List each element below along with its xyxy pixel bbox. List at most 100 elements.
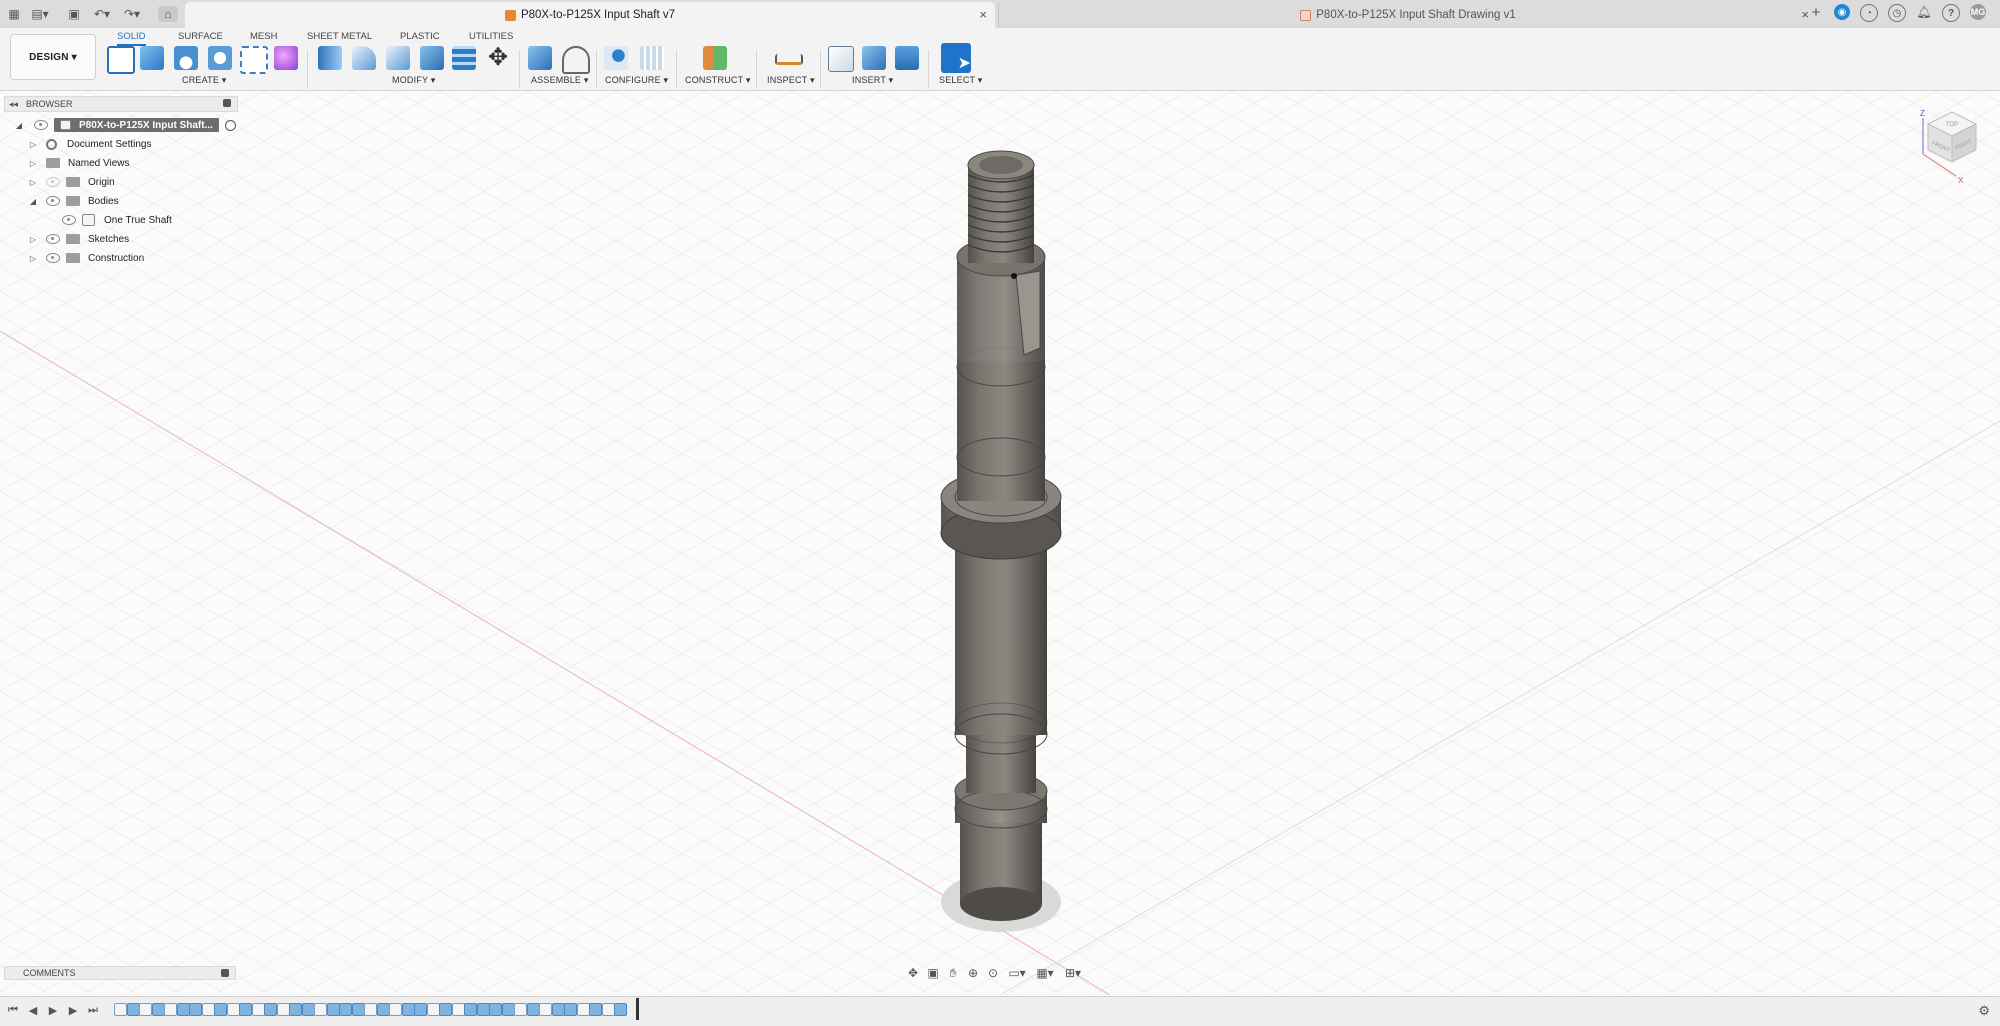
shell-icon[interactable] [420,46,444,70]
viewcube[interactable]: TOP FRONT RIGHT Z X [1908,104,1988,184]
visibility-eye-icon[interactable] [34,120,48,130]
timeline-feature-icon[interactable] [476,1003,490,1016]
browser-panel-header[interactable]: ◂◂ BROWSER [4,96,238,112]
timeline-feature-icon[interactable] [376,1003,390,1016]
timeline-feature-icon[interactable] [351,1003,365,1016]
expand-triangle-icon[interactable]: ▷ [28,178,38,187]
expand-triangle-icon[interactable]: ▷ [28,159,38,168]
shaft-model[interactable] [940,150,1062,921]
visibility-eye-icon[interactable] [46,234,60,244]
timeline-feature-icon[interactable] [614,1003,627,1016]
visibility-eye-icon[interactable] [46,253,60,263]
tab-mesh[interactable]: MESH [250,28,277,44]
insert-canvas-icon[interactable] [895,46,919,70]
expand-triangle-icon[interactable]: ▷ [28,254,38,263]
panel-pin-icon[interactable] [221,969,229,977]
move-copy-icon[interactable]: ✥ [486,46,510,70]
browser-root-row[interactable]: ◢ P80X-to-P125X Input Shaft... [14,116,236,134]
orbit-icon[interactable]: ✥ [906,966,920,980]
timeline-feature-icon[interactable] [564,1003,577,1016]
collapse-panel-icon[interactable]: ◂◂ [9,99,18,110]
new-component-icon[interactable] [528,46,552,70]
root-component[interactable]: P80X-to-P125X Input Shaft... [54,118,219,132]
zoom-icon[interactable]: ⊕ [966,966,980,980]
timeline-sketch-icon[interactable] [226,1003,240,1016]
grid-snaps-icon[interactable]: ▦▾ [1034,966,1056,980]
timeline-feature-icon[interactable] [526,1003,540,1016]
timeline-feature-icon[interactable] [489,1003,502,1016]
go-to-end-icon[interactable]: ⏭ [86,1003,100,1017]
timeline-sketch-icon[interactable] [114,1003,127,1016]
measure-icon[interactable] [775,54,803,65]
assemble-group-label[interactable]: ASSEMBLE ▾ [531,75,589,86]
create-group-label[interactable]: CREATE ▾ [182,75,226,86]
extrude-icon[interactable] [140,46,164,70]
step-forward-icon[interactable]: ▶ [66,1003,80,1017]
timeline-settings-gear-icon[interactable]: ⚙ [1978,1003,1990,1019]
timeline-feature-icon[interactable] [301,1003,315,1016]
timeline-feature-icon[interactable] [189,1003,202,1016]
collapse-triangle-icon[interactable]: ◢ [28,197,38,206]
pan-icon[interactable]: ✋︎ [946,966,960,980]
browser-item-one-true-shaft[interactable]: One True Shaft [62,211,172,229]
browser-item-origin[interactable]: ▷ Origin [28,173,115,191]
select-group-label[interactable]: SELECT ▾ [939,75,982,86]
timeline-feature-icon[interactable] [464,1003,477,1016]
revolve-icon[interactable] [174,46,198,70]
offset-plane-icon[interactable] [703,46,727,70]
press-pull-icon[interactable] [318,46,342,70]
timeline-sketch-icon[interactable] [201,1003,215,1016]
display-settings-icon[interactable]: ▭▾ [1006,966,1028,980]
timeline-feature-icon[interactable] [151,1003,165,1016]
home-icon[interactable]: ⌂ [158,6,178,22]
timeline-sketch-icon[interactable] [451,1003,465,1016]
tab-surface[interactable]: SURFACE [178,28,223,44]
3d-viewport[interactable] [0,91,2000,995]
timeline-sketch-icon[interactable] [164,1003,177,1016]
user-avatar[interactable]: MG [1970,4,1986,20]
visibility-eye-icon[interactable] [46,196,60,206]
panel-pin-icon[interactable] [223,99,231,107]
workspace-switcher-button[interactable]: DESIGN ▾ [10,34,96,80]
expand-triangle-icon[interactable]: ▷ [28,235,38,244]
timeline-sketch-icon[interactable] [251,1003,265,1016]
tab-solid[interactable]: SOLID [117,28,146,46]
timeline-feature-icon[interactable] [214,1003,227,1016]
timeline-sketch-icon[interactable] [426,1003,440,1016]
configure-icon[interactable] [604,46,628,70]
tab-utilities[interactable]: UTILITIES [469,28,513,44]
tab-plastic[interactable]: PLASTIC [400,28,440,44]
timeline-sketch-icon[interactable] [576,1003,590,1016]
select-arrow-icon[interactable]: ➤ [941,43,971,73]
browser-item-construction[interactable]: ▷ Construction [28,249,144,267]
browser-item-named-views[interactable]: ▷ Named Views [28,154,130,172]
timeline-sketch-icon[interactable] [139,1003,152,1016]
timeline-sketch-icon[interactable] [539,1003,552,1016]
timeline-sketch-icon[interactable] [601,1003,615,1016]
timeline-feature-icon[interactable] [551,1003,565,1016]
create-sketch-icon[interactable] [107,46,135,74]
joint-icon[interactable] [562,46,590,74]
insert-derive-icon[interactable] [828,46,854,72]
visibility-eye-icon[interactable] [62,215,76,225]
modify-group-label[interactable]: MODIFY ▾ [392,75,435,86]
timeline-feature-icon[interactable] [439,1003,452,1016]
tab-sheet-metal[interactable]: SHEET METAL [307,28,372,44]
configuration-table-icon[interactable] [640,46,664,70]
notifications-icon[interactable]: 🔔︎ [1916,4,1932,20]
play-icon[interactable]: ▶ [46,1003,60,1017]
timeline-feature-icon[interactable] [589,1003,602,1016]
insert-component-icon[interactable] [862,46,886,70]
timeline-feature-icon[interactable] [326,1003,340,1016]
browser-item-sketches[interactable]: ▷ Sketches [28,230,129,248]
close-tab-icon[interactable]: × [979,7,987,22]
timeline-sketch-icon[interactable] [389,1003,402,1016]
expand-triangle-icon[interactable]: ▷ [28,140,38,149]
clock-icon[interactable]: ◷ [1888,4,1906,22]
timeline-feature-icon[interactable] [176,1003,190,1016]
redo-icon[interactable]: ↷▾ [124,6,140,22]
step-back-icon[interactable]: ◀ [26,1003,40,1017]
extensions-icon[interactable]: ◉ [1834,4,1850,20]
visibility-eye-icon[interactable] [46,177,60,187]
activate-radio-icon[interactable] [224,119,236,131]
